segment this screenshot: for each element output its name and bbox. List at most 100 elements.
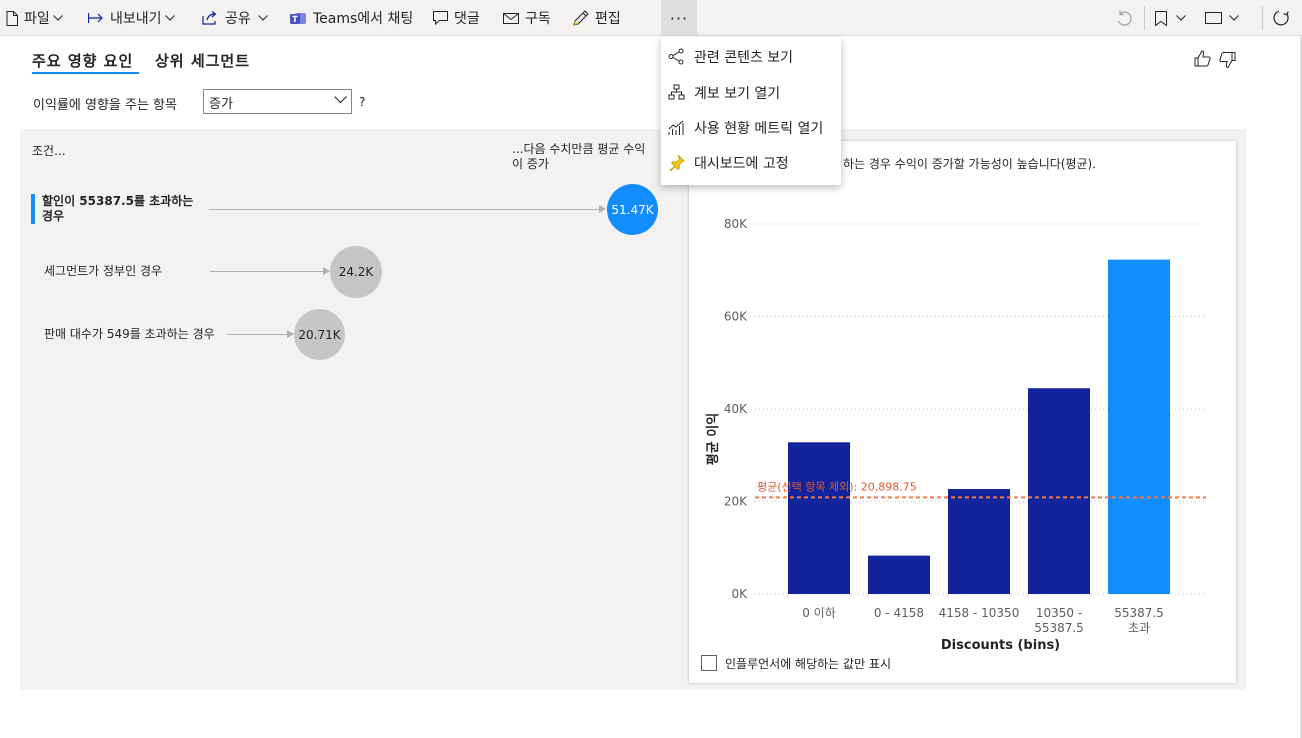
chevron-down-icon [52, 15, 63, 21]
influencer-text[interactable]: 세그먼트가 정부인 경우 [44, 264, 162, 279]
share-label: 공유 [225, 11, 251, 27]
x-tick-label: 10350 - [1036, 606, 1082, 620]
menu-item-usage-metrics[interactable]: 사용 현황 메트릭 열기 [661, 112, 841, 142]
subscribe-label: 구독 [525, 11, 551, 27]
average-label: 평균(선택 항목 제외): 20,898.75 [757, 480, 917, 493]
thumbs-down-icon[interactable] [1218, 52, 1236, 70]
x-tick-label: 0 - 4158 [874, 606, 924, 620]
menu-item-label: 사용 현황 메트릭 열기 [694, 121, 824, 137]
x-tick-label: 4158 - 10350 [939, 606, 1020, 620]
only-influencers-label: 인플루언서에 해당하는 값만 표시 [725, 657, 892, 671]
tab-key-influencers[interactable]: 주요 영향 요인 [32, 50, 133, 71]
y-tick-label: 80K [724, 217, 748, 231]
influencer-connector [209, 209, 599, 210]
menu-item-label: 대시보드에 고정 [694, 156, 789, 172]
bookmark-icon [1155, 10, 1167, 26]
help-icon[interactable]: ? [359, 95, 365, 109]
menu-item-label: 관련 콘텐츠 보기 [694, 50, 794, 66]
selected-indicator [31, 194, 35, 224]
view-menu[interactable] [1205, 0, 1239, 36]
refresh-button[interactable] [1272, 0, 1290, 36]
thumbs-up-icon[interactable] [1194, 50, 1212, 68]
influencer-connector [227, 334, 287, 335]
bar[interactable] [788, 442, 850, 594]
refresh-icon [1273, 10, 1289, 26]
comment-icon [433, 11, 448, 25]
toolbar-divider [1144, 6, 1145, 30]
y-tick-label: 0K [731, 587, 748, 601]
bookmark-menu[interactable] [1155, 0, 1186, 36]
arrow-icon [287, 330, 294, 338]
bar[interactable] [868, 555, 930, 594]
lineage-icon [668, 84, 685, 100]
influencer-connector [210, 271, 323, 272]
teams-chat-button[interactable]: Teams에서 채팅 [290, 0, 413, 36]
y-tick-label: 20K [724, 495, 748, 509]
arrow-icon [323, 267, 330, 275]
menu-item-pin-dashboard[interactable]: 대시보드에 고정 [661, 147, 841, 177]
bar[interactable] [1028, 388, 1090, 594]
export-label: 내보내기 [110, 11, 162, 27]
pin-icon [668, 154, 685, 171]
x-axis-title: Discounts (bins) [941, 638, 1060, 653]
teams-label: Teams에서 채팅 [313, 11, 414, 27]
file-label: 파일 [24, 11, 50, 27]
tab-top-segments[interactable]: 상위 세그먼트 [155, 50, 250, 71]
chevron-down-icon [164, 15, 175, 21]
usage-metrics-icon [668, 120, 684, 135]
analyze-selected-value: 증가 [209, 97, 233, 112]
x-tick-label: 0 이하 [802, 606, 836, 620]
related-content-icon [668, 48, 684, 65]
chevron-down-icon [334, 96, 347, 104]
chevron-down-icon [257, 15, 268, 21]
analyze-label: 이익률에 영향을 주는 항목 [33, 98, 177, 113]
increase-header: ...다음 수치만큼 평균 수익이 증가 [512, 142, 646, 171]
subscribe-button[interactable]: 구독 [503, 0, 551, 36]
y-tick-label: 60K [724, 310, 748, 324]
y-tick-label: 40K [724, 402, 748, 416]
x-tick-label: 55387.5 [1114, 606, 1164, 620]
influencer-bubble[interactable]: 24.2K [330, 246, 382, 298]
more-options-button[interactable]: ··· [661, 0, 697, 36]
analyze-dropdown[interactable]: 증가 [203, 89, 352, 114]
menu-item-label: 계보 보기 열기 [694, 86, 781, 102]
menu-item-lineage[interactable]: 계보 보기 열기 [661, 77, 841, 107]
arrow-icon [599, 205, 606, 213]
file-menu[interactable]: 파일 [6, 0, 63, 36]
share-icon [202, 11, 217, 25]
comment-button[interactable]: 댓글 [433, 0, 480, 36]
toolbar-divider [1262, 6, 1263, 30]
edit-label: 편집 [595, 11, 621, 27]
more-options-menu: 관련 콘텐츠 보기 계보 보기 열기 사용 현황 메트릭 열기 대시보드에 고정 [661, 37, 841, 185]
undo-icon [1117, 10, 1132, 26]
comment-label: 댓글 [454, 11, 480, 27]
view-icon [1205, 12, 1222, 24]
bar-chart: 0K 20K 40K 60K 80K 0 이하 0 - 4158 4158 - 10350 10… [705, 217, 1206, 653]
edit-button[interactable]: 편집 [573, 0, 621, 36]
bar[interactable] [948, 489, 1010, 594]
mail-icon [503, 12, 519, 24]
x-tick-label: 초과 [1128, 621, 1150, 635]
export-icon [88, 13, 103, 23]
y-axis-title: 평균 이익 [705, 413, 721, 465]
teams-icon [290, 12, 306, 24]
reset-button[interactable] [1116, 0, 1133, 36]
export-menu[interactable]: 내보내기 [88, 0, 175, 36]
influencer-bubble[interactable]: 20.71K [294, 309, 345, 360]
influencer-text[interactable]: 할인이 55387.5를 초과하는 경우 [42, 194, 202, 224]
menu-item-related-content[interactable]: 관련 콘텐츠 보기 [661, 41, 841, 71]
file-icon [6, 10, 18, 26]
x-tick-label: 55387.5 [1034, 621, 1084, 635]
when-header: 조건... [32, 144, 66, 158]
active-tab-indicator [32, 72, 139, 74]
share-menu[interactable]: 공유 [202, 0, 268, 36]
only-influencers-checkbox[interactable] [701, 655, 717, 671]
more-options-label: ··· [669, 8, 689, 28]
influencer-bubble[interactable]: 51.47K [607, 184, 658, 235]
chevron-down-icon [1176, 15, 1186, 21]
report-toolbar: 파일 내보내기 공유 Teams에서 채팅 댓글 구독 편집 ··· [0, 0, 1302, 36]
bar[interactable] [1108, 259, 1170, 594]
chevron-down-icon [1229, 15, 1239, 21]
influencer-text[interactable]: 판매 대수가 549를 초과하는 경우 [44, 327, 215, 342]
pencil-icon [573, 10, 589, 26]
